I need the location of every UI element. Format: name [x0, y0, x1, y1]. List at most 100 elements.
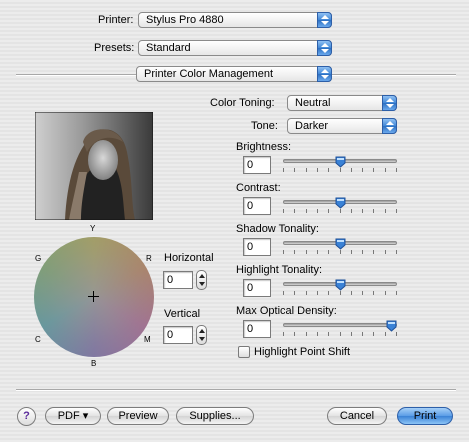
slider-label: Brightness:: [236, 141, 292, 153]
slider-tick: [328, 332, 329, 336]
slider-tick: [294, 168, 295, 172]
slider-thumb[interactable]: [386, 320, 397, 332]
tone-label: Tone:: [251, 120, 278, 132]
stepper-up-icon: [199, 329, 205, 333]
stepper-up-icon: [199, 274, 205, 278]
wheel-label-m: M: [144, 335, 151, 344]
slider-value: 0: [247, 241, 254, 253]
slider-tick: [351, 209, 352, 213]
help-button[interactable]: ?: [17, 407, 36, 426]
cancel-button-label: Cancel: [339, 410, 375, 422]
pdf-button[interactable]: PDF ▾: [45, 407, 101, 425]
slider-tick: [340, 291, 341, 295]
slider-tick: [317, 250, 318, 254]
slider-ticks: [283, 250, 397, 254]
supplies-button-label: Supplies...: [189, 410, 241, 422]
slider-value-field[interactable]: 0: [243, 238, 271, 256]
color-toning-value: Neutral: [295, 97, 331, 109]
slider-value-field[interactable]: 0: [243, 156, 271, 174]
slider-tick: [385, 168, 386, 172]
wheel-label-c: C: [35, 335, 41, 344]
popup-arrows-icon: [317, 40, 332, 56]
slider-ticks: [283, 332, 397, 336]
horizontal-field[interactable]: 0: [163, 271, 193, 289]
presets-popup[interactable]: Standard: [138, 40, 332, 56]
slider-value-field[interactable]: 0: [243, 320, 271, 338]
slider-tick: [351, 332, 352, 336]
vertical-value: 0: [167, 329, 174, 341]
slider-tick: [283, 291, 284, 295]
slider-thumb[interactable]: [335, 238, 346, 250]
crosshair-icon-vertical: [93, 291, 94, 302]
slider-tick: [306, 250, 307, 254]
popup-arrows-icon: [382, 118, 397, 134]
horizontal-value: 0: [167, 274, 174, 286]
slider-tick: [362, 332, 363, 336]
vertical-field[interactable]: 0: [163, 326, 193, 344]
slider-tick: [385, 250, 386, 254]
slider-tick: [294, 250, 295, 254]
slider-tick: [328, 209, 329, 213]
slider-tick: [351, 250, 352, 254]
slider-tick: [373, 168, 374, 172]
horizontal-stepper[interactable]: [196, 270, 207, 290]
highlight-point-shift-checkbox[interactable]: [238, 346, 250, 358]
slider-ticks: [283, 209, 397, 213]
slider-tick: [385, 291, 386, 295]
slider-tick: [317, 168, 318, 172]
color-wheel[interactable]: [34, 237, 154, 357]
slider-label: Contrast:: [236, 182, 281, 194]
print-button[interactable]: Print: [397, 407, 453, 425]
slider-tick: [294, 209, 295, 213]
preview-button-label: Preview: [118, 410, 158, 422]
panel-popup-value: Printer Color Management: [144, 68, 274, 80]
slider-tick: [351, 168, 352, 172]
slider-tick: [385, 332, 386, 336]
popup-arrows-icon: [317, 12, 332, 28]
vertical-label: Vertical: [164, 308, 201, 320]
preview-button[interactable]: Preview: [107, 407, 169, 425]
slider-tick: [340, 168, 341, 172]
print-button-label: Print: [413, 410, 437, 422]
cancel-button[interactable]: Cancel: [327, 407, 387, 425]
slider-value: 0: [247, 282, 254, 294]
slider-label: Highlight Tonality:: [236, 264, 323, 276]
slider-label: Max Optical Density:: [236, 305, 337, 317]
slider-tick: [283, 250, 284, 254]
horizontal-label: Horizontal: [164, 252, 214, 264]
color-toning-popup[interactable]: Neutral: [287, 95, 397, 111]
slider-tick: [362, 250, 363, 254]
slider-tick: [306, 209, 307, 213]
slider-tick: [306, 168, 307, 172]
slider-tick: [373, 291, 374, 295]
wheel-label-g: G: [35, 254, 42, 263]
slider-ticks: [283, 168, 397, 172]
slider-value-field[interactable]: 0: [243, 279, 271, 297]
printer-popup-value: Stylus Pro 4880: [146, 14, 224, 26]
wheel-label-y: Y: [90, 224, 96, 233]
slider-tick: [283, 168, 284, 172]
stepper-down-icon: [199, 282, 205, 286]
panel-popup[interactable]: Printer Color Management: [136, 66, 332, 82]
preview-image: [35, 112, 153, 220]
popup-arrows-icon: [317, 66, 332, 82]
highlight-point-shift-label: Highlight Point Shift: [254, 346, 350, 358]
vertical-stepper[interactable]: [196, 325, 207, 345]
printer-popup[interactable]: Stylus Pro 4880: [138, 12, 332, 28]
color-toning-label: Color Toning:: [210, 97, 275, 109]
slider-tick: [294, 332, 295, 336]
slider-value-field[interactable]: 0: [243, 197, 271, 215]
slider-tick: [351, 291, 352, 295]
slider-tick: [362, 291, 363, 295]
slider-track[interactable]: [283, 323, 397, 327]
supplies-button[interactable]: Supplies...: [176, 407, 254, 425]
tone-popup[interactable]: Darker: [287, 118, 397, 134]
slider-tick: [306, 332, 307, 336]
slider-tick: [340, 250, 341, 254]
slider-thumb[interactable]: [335, 156, 346, 168]
slider-thumb[interactable]: [335, 197, 346, 209]
slider-tick: [373, 332, 374, 336]
slider-thumb[interactable]: [335, 279, 346, 291]
slider-value: 0: [247, 323, 254, 335]
slider-tick: [362, 168, 363, 172]
